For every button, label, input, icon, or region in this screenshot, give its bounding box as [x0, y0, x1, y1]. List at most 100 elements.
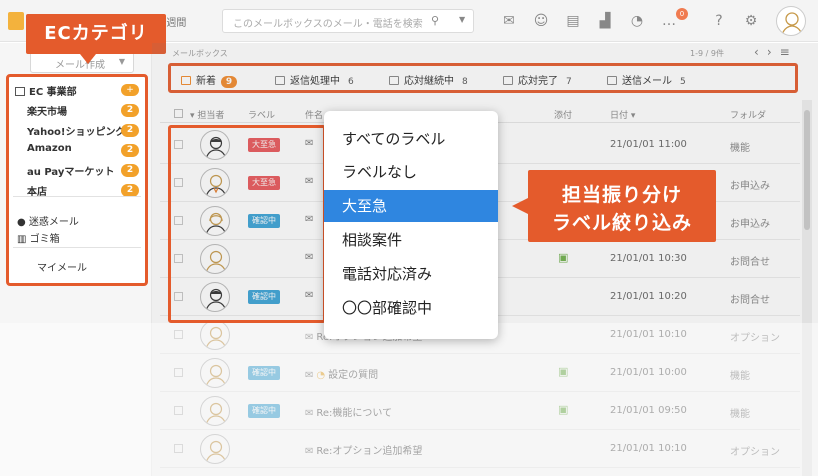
- tab-sent[interactable]: 送信メール 5: [607, 72, 686, 87]
- column-assignee[interactable]: ▾ 担当者: [190, 108, 224, 121]
- row-subject[interactable]: ✉ Re:機能について: [305, 404, 392, 419]
- column-subject[interactable]: 件名: [305, 108, 323, 121]
- row-checkbox[interactable]: [174, 444, 183, 453]
- mail-icon: ✉: [305, 252, 314, 263]
- column-folder[interactable]: フォルダ: [730, 108, 766, 121]
- attachment-icon: ▣: [558, 365, 569, 378]
- trash-icon: ▥: [17, 234, 27, 245]
- row-subject[interactable]: ✉: [305, 176, 316, 187]
- count-badge: 2: [121, 164, 139, 177]
- label-badge[interactable]: 確認中: [248, 290, 280, 304]
- help-icon[interactable]: ?: [710, 12, 728, 30]
- add-category-button[interactable]: +: [121, 84, 139, 96]
- dropdown-item-consultation[interactable]: 相談案件: [324, 224, 498, 256]
- search-input[interactable]: このメールボックスのメール・電話を検索: [233, 15, 423, 30]
- mail-open-icon: ✉: [305, 446, 314, 457]
- row-subject[interactable]: ✉: [305, 290, 316, 301]
- column-attach[interactable]: 添付: [554, 108, 572, 121]
- search-box[interactable]: このメールボックスのメール・電話を検索 ⚲ ▼: [222, 9, 474, 33]
- smile-icon[interactable]: ☺: [532, 12, 550, 30]
- menu-icon[interactable]: ≡: [780, 45, 798, 59]
- row-date: 21/01/01 10:10: [610, 443, 687, 454]
- row-subject[interactable]: ✉: [305, 214, 316, 225]
- row-folder: 機能: [730, 143, 750, 154]
- avatar[interactable]: [776, 6, 806, 36]
- label-badge[interactable]: 確認中: [248, 404, 280, 418]
- chevron-right-icon[interactable]: ›: [767, 45, 780, 59]
- row-folder: お問合せ: [730, 295, 770, 306]
- sidebar-item-spam[interactable]: ● 迷惑メール: [17, 213, 79, 228]
- row-checkbox[interactable]: [174, 140, 183, 149]
- sidebar-item-yahoo[interactable]: Yahoo!ショッピング: [27, 123, 126, 138]
- chat-icon[interactable]: ◔: [628, 12, 646, 30]
- row-checkbox[interactable]: [174, 368, 183, 377]
- tab-count: 6: [348, 77, 354, 87]
- mail-icon: ✉: [305, 214, 314, 225]
- mail-icon: [389, 76, 399, 85]
- tab-new[interactable]: 新着 9: [181, 72, 237, 88]
- category-title[interactable]: EC 事業部: [15, 83, 77, 98]
- ec-category-callout: ECカテゴリ: [26, 14, 166, 54]
- row-subject[interactable]: ✉ ◔ 設定の質問: [305, 366, 378, 381]
- search-icon[interactable]: ⚲: [431, 14, 439, 27]
- sidebar-item-mymail[interactable]: マイメール: [37, 259, 87, 274]
- sidebar-item-aupay[interactable]: au Payマーケット: [27, 163, 114, 178]
- chart-icon[interactable]: ▟: [596, 12, 614, 30]
- logo: [8, 12, 24, 30]
- row-checkbox[interactable]: [174, 216, 183, 225]
- row-checkbox[interactable]: [174, 292, 183, 301]
- dropdown-item-dept-checking[interactable]: 〇〇部確認中: [324, 292, 498, 324]
- chevron-down-icon[interactable]: ▼: [459, 15, 465, 24]
- label-badge[interactable]: 確認中: [248, 366, 280, 380]
- chevron-left-icon[interactable]: ‹: [754, 45, 767, 59]
- row-date: 21/01/01 10:20: [610, 291, 687, 302]
- dropdown-item-phone-handled[interactable]: 電話対応済み: [324, 258, 498, 290]
- mail-icon[interactable]: ✉: [500, 12, 518, 30]
- sidebar-item-amazon[interactable]: Amazon: [27, 143, 72, 154]
- label-badge[interactable]: 大至急: [248, 138, 280, 152]
- avatar: [200, 358, 230, 388]
- document-icon[interactable]: ▤: [564, 12, 582, 30]
- dropdown-item-no-label[interactable]: ラベルなし: [324, 156, 498, 188]
- attachment-icon: ▣: [558, 403, 569, 416]
- tab-count: 5: [680, 77, 686, 87]
- spam-label: 迷惑メール: [28, 217, 79, 228]
- avatar: [200, 130, 230, 160]
- avatar: [200, 244, 230, 274]
- select-all-checkbox[interactable]: [174, 109, 183, 118]
- mailbox-icon: [15, 87, 25, 96]
- dropdown-item-urgent[interactable]: 大至急: [324, 190, 498, 222]
- label-badge[interactable]: 大至急: [248, 176, 280, 190]
- scrollbar-thumb[interactable]: [804, 110, 810, 230]
- sidebar-item-trash[interactable]: ▥ ゴミ箱: [17, 230, 60, 245]
- row-subject[interactable]: ✉: [305, 138, 316, 149]
- row-folder: お申込み: [730, 219, 770, 230]
- sidebar-item-rakuten[interactable]: 楽天市場: [27, 103, 67, 118]
- avatar: [200, 434, 230, 464]
- table-row[interactable]: 確認中 ✉ Re:機能について ▣ 21/01/01 09:50 機能: [160, 392, 800, 430]
- gear-icon[interactable]: ⚙: [742, 12, 760, 30]
- row-subject[interactable]: ✉Re:オプション追加希望: [305, 442, 422, 457]
- row-subject[interactable]: ✉: [305, 252, 316, 263]
- tab-in-progress[interactable]: 応対継続中 8: [389, 72, 468, 87]
- status-tabs: 新着 9 返信処理中 6 応対継続中 8 応対完了 7 送信メール 5: [168, 63, 798, 93]
- column-date[interactable]: 日付 ▾: [610, 108, 635, 121]
- table-row[interactable]: ✉Re:オプション追加希望 21/01/01 10:10 オプション: [160, 430, 800, 468]
- category-title-label: EC 事業部: [29, 87, 77, 98]
- count-badge: 2: [121, 124, 139, 137]
- row-checkbox[interactable]: [174, 254, 183, 263]
- row-checkbox[interactable]: [174, 330, 183, 339]
- row-checkbox[interactable]: [174, 178, 183, 187]
- dropdown-item-all-labels[interactable]: すべてのラベル: [324, 123, 498, 155]
- label-badge[interactable]: 確認中: [248, 214, 280, 228]
- column-assignee-label: 担当者: [197, 111, 225, 121]
- mail-open-icon: ✉: [305, 332, 314, 343]
- row-checkbox[interactable]: [174, 406, 183, 415]
- trash-label: ゴミ箱: [29, 234, 60, 245]
- table-row[interactable]: 確認中 ✉ ◔ 設定の質問 ▣ 21/01/01 10:00 機能: [160, 354, 800, 392]
- tab-replying[interactable]: 返信処理中 6: [275, 72, 354, 87]
- column-label[interactable]: ラベル: [248, 108, 275, 121]
- chevron-down-icon[interactable]: ▼: [119, 57, 125, 66]
- tab-completed[interactable]: 応対完了 7: [503, 72, 572, 87]
- mail-icon: ✉: [305, 176, 314, 187]
